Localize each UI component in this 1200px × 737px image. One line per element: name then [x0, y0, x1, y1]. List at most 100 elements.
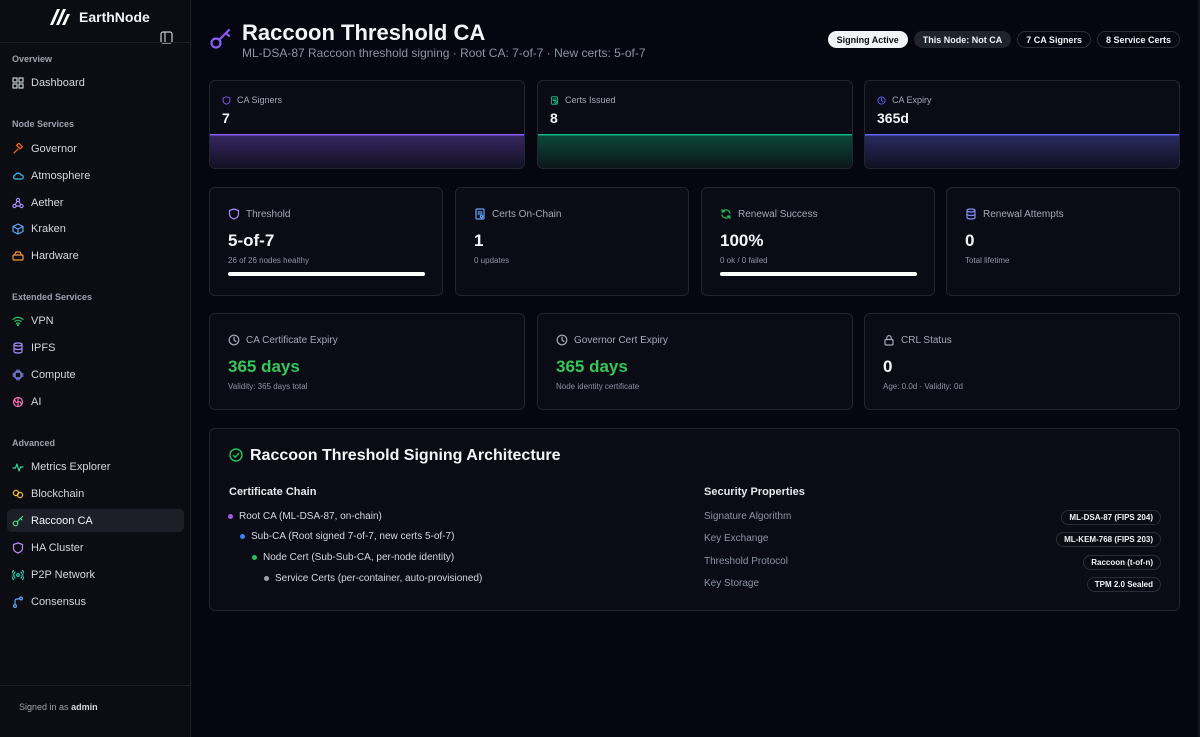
- card-label: CRL Status: [883, 334, 952, 346]
- chain-item: Sub-CA (Root signed 7-of-7, new certs 5-…: [240, 531, 454, 542]
- architecture-panel: Raccoon Threshold Signing Architecture C…: [209, 428, 1180, 611]
- card-value: 0: [883, 357, 893, 376]
- sidebar-item-blockchain[interactable]: Blockchain: [7, 482, 184, 505]
- card-subtext: Node identity certificate: [556, 382, 640, 391]
- main-content: Raccoon Threshold CA ML-DSA-87 Raccoon t…: [192, 0, 1200, 737]
- badge-signing-active: Signing Active: [827, 31, 908, 48]
- shield-icon: [12, 541, 24, 554]
- sidebar-item-label: Kraken: [31, 222, 66, 235]
- sidebar-item-label: Hardware: [31, 249, 79, 262]
- sidebar-item-metrics-explorer[interactable]: Metrics Explorer: [7, 455, 184, 478]
- sidebar-item-label: Governor: [31, 142, 77, 155]
- certificate-icon: [551, 95, 558, 105]
- chain-item-label: Service Certs (per-container, auto-provi…: [275, 573, 483, 584]
- sidebar-item-p2p-network[interactable]: P2P Network: [7, 563, 184, 586]
- sidebar-item-consensus[interactable]: Consensus: [7, 590, 184, 613]
- sidebar-item-kraken[interactable]: Kraken: [7, 217, 184, 240]
- sidebar-item-dashboard[interactable]: Dashboard: [7, 71, 184, 94]
- sparkline-area: [865, 134, 1179, 168]
- signed-in-user: admin: [71, 702, 98, 712]
- card-label-text: CA Signers: [237, 95, 283, 105]
- card-label: Governor Cert Expiry: [556, 334, 668, 346]
- property-label: Key Storage: [704, 578, 760, 589]
- expiry-card-ca-certificate-expiry: CA Certificate Expiry 365 days Validity: 3…: [209, 313, 525, 410]
- card-label: Certs On-Chain: [474, 208, 561, 220]
- nav-section-advanced: Advanced: [12, 438, 56, 448]
- card-value: 365d: [877, 110, 909, 126]
- sidebar-item-label: Consensus: [31, 595, 87, 608]
- sidebar-item-label: Aether: [31, 196, 64, 209]
- badge-7-ca-signers: 7 CA Signers: [1017, 31, 1091, 48]
- nav-section-node-services: Node Services: [12, 119, 75, 129]
- card-subtext: Validity: 365 days total: [228, 382, 308, 391]
- sparkline-area: [538, 134, 852, 168]
- card-label: CA Signers: [222, 95, 282, 105]
- clock-icon: [228, 334, 240, 346]
- cube-icon: [12, 222, 24, 235]
- card-value: 8: [550, 110, 558, 126]
- sidebar: EarthNode Overview Dashboard Node Services…: [0, 0, 191, 737]
- brand[interactable]: EarthNode: [47, 8, 150, 26]
- progress-fill: [228, 272, 425, 276]
- chain-dot: [252, 555, 257, 560]
- branch-icon: [13, 596, 23, 608]
- card-subtext: 0 updates: [474, 256, 510, 265]
- card-value: 365 days: [228, 357, 300, 376]
- card-label: Certs Issued: [550, 95, 616, 105]
- lock-icon: [884, 335, 894, 346]
- sidebar-item-ha-cluster[interactable]: HA Cluster: [7, 536, 184, 559]
- shield-icon: [228, 208, 240, 220]
- cpu-icon: [12, 368, 24, 381]
- page-subtitle: ML-DSA-87 Raccoon threshold signing · Ro…: [242, 46, 646, 60]
- activity-icon: [12, 462, 24, 472]
- sidebar-item-hardware[interactable]: Hardware: [7, 244, 184, 267]
- progress-fill: [720, 272, 917, 276]
- card-label: CA Expiry: [877, 95, 932, 105]
- metric-card-threshold: Threshold 5-of-7 26 of 26 nodes healthy: [209, 187, 443, 296]
- sidebar-item-compute[interactable]: Compute: [7, 363, 184, 386]
- sidebar-item-label: Atmosphere: [31, 169, 91, 182]
- card-label-text: Threshold: [246, 208, 291, 220]
- sidebar-item-raccoon-ca[interactable]: Raccoon CA: [7, 509, 184, 532]
- sidebar-item-label: Blockchain: [31, 487, 85, 500]
- page-title: Raccoon Threshold CA: [242, 20, 486, 45]
- property-label: Threshold Protocol: [704, 556, 788, 567]
- certificate-icon: [475, 208, 485, 220]
- key-icon: [12, 515, 24, 526]
- props-title: Security Properties: [704, 486, 805, 498]
- header-badges: Signing Active This Node: Not CA 7 CA Sign…: [827, 31, 1180, 48]
- sidebar-item-ai[interactable]: AI: [7, 390, 184, 413]
- badge-8-service-certs: 8 Service Certs: [1096, 31, 1180, 48]
- metric-card-renewal-attempts: Renewal Attempts 0 Total lifetime: [946, 187, 1180, 296]
- sidebar-divider: [0, 685, 191, 686]
- architecture-title: Raccoon Threshold Signing Architecture: [250, 447, 561, 464]
- property-value-badge: ML-DSA-87 (FIPS 204): [1061, 510, 1161, 525]
- stat-card-certs-issued: Certs Issued 8: [537, 80, 853, 169]
- card-label: CA Certificate Expiry: [228, 334, 338, 346]
- sidebar-divider: [0, 42, 191, 43]
- chain-title: Certificate Chain: [229, 486, 317, 498]
- sidebar-item-atmosphere[interactable]: Atmosphere: [7, 164, 184, 187]
- link-icon: [12, 489, 24, 498]
- key-icon: [210, 28, 231, 49]
- grid-icon: [12, 76, 24, 89]
- card-label: Renewal Attempts: [965, 208, 1064, 220]
- card-label-text: Renewal Success: [738, 208, 818, 220]
- refresh-icon: [721, 209, 731, 219]
- chain-dot: [228, 514, 233, 519]
- drive-icon: [12, 250, 24, 261]
- chain-dot: [264, 576, 269, 581]
- progress-bar: [720, 272, 917, 276]
- nav-section-extended-services: Extended Services: [12, 292, 93, 302]
- nav-section-overview: Overview: [12, 54, 53, 64]
- sidebar-item-aether[interactable]: Aether: [7, 191, 184, 214]
- expiry-card-governor-cert-expiry: Governor Cert Expiry 365 days Node identit…: [537, 313, 853, 410]
- sidebar-item-vpn[interactable]: VPN: [7, 309, 184, 332]
- sidebar-item-label: Compute: [31, 368, 76, 381]
- chain-item: Root CA (ML-DSA-87, on-chain): [228, 511, 382, 522]
- card-value: 1: [474, 231, 484, 250]
- card-value: 5-of-7: [228, 231, 275, 250]
- sidebar-item-governor[interactable]: Governor: [7, 137, 184, 160]
- sparkline-area: [210, 134, 524, 168]
- sidebar-item-ipfs[interactable]: IPFS: [7, 336, 184, 359]
